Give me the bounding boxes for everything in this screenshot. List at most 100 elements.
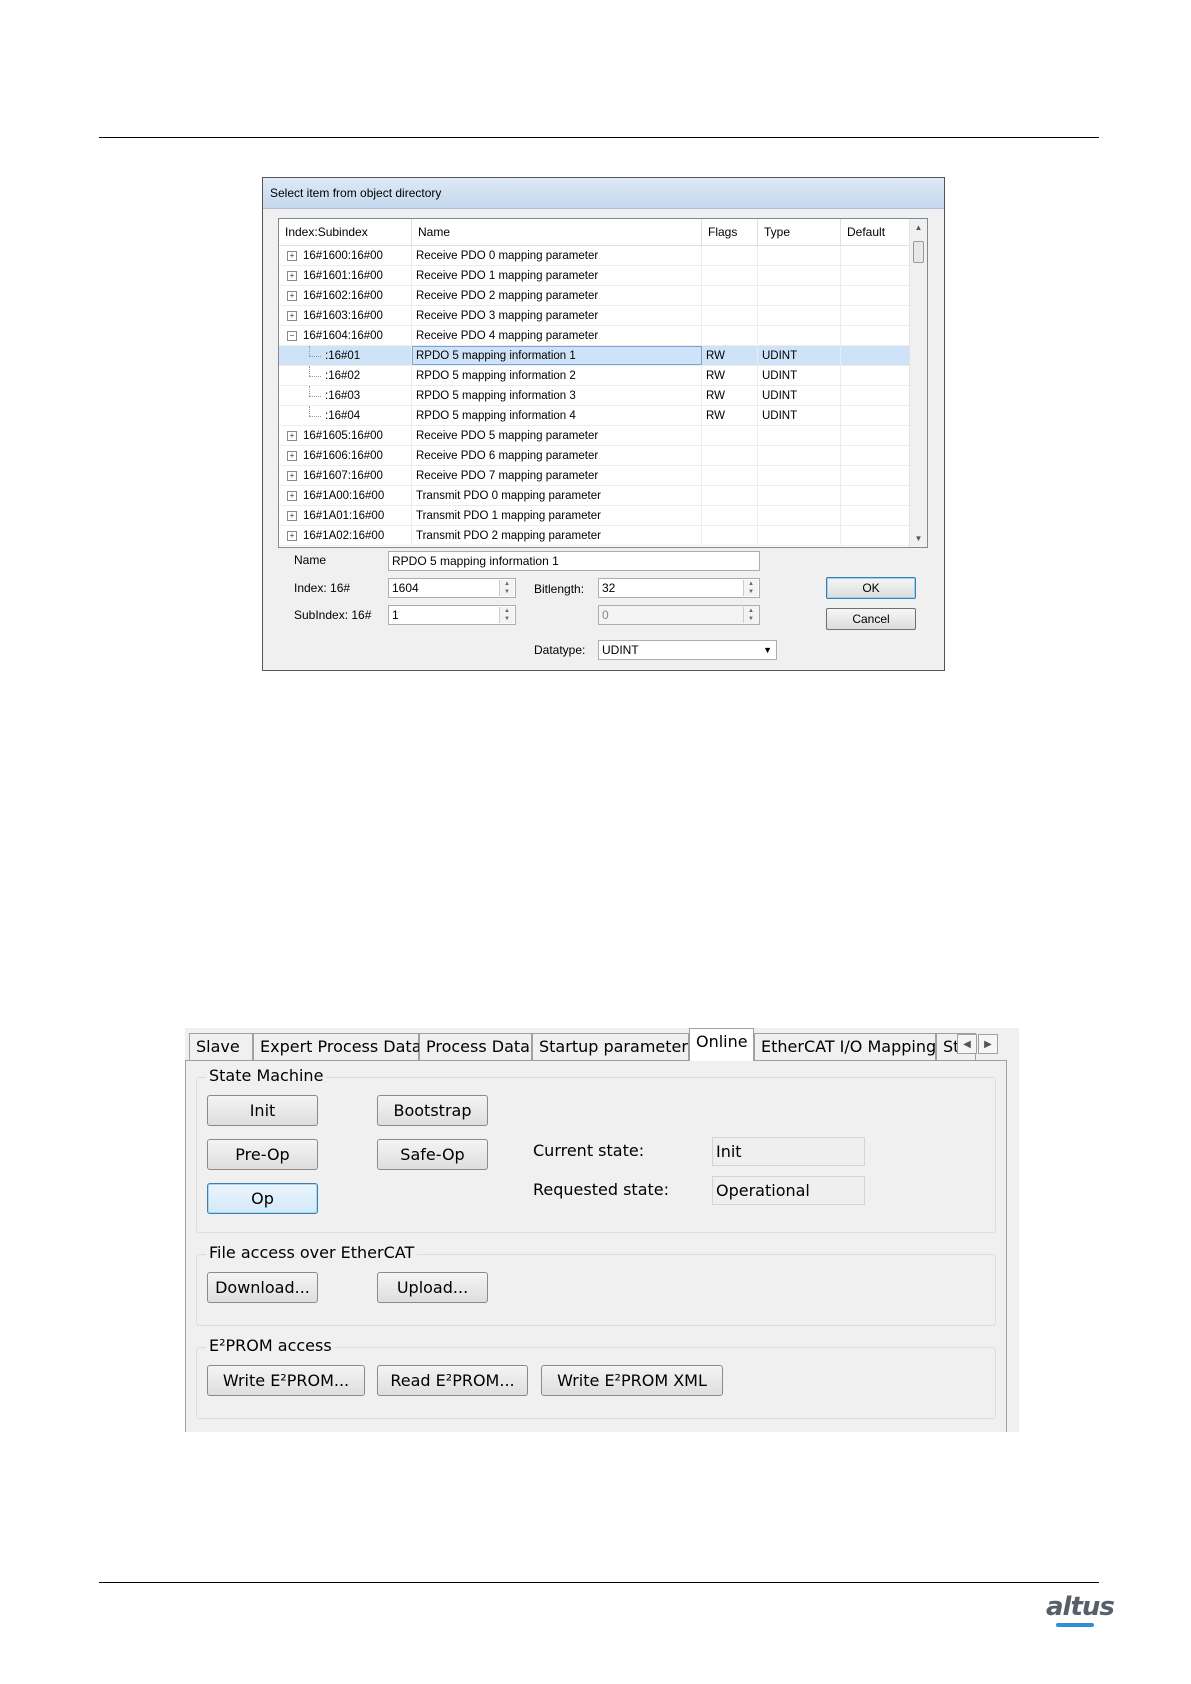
chevron-down-icon[interactable]: ▼ — [763, 641, 772, 659]
datatype-select[interactable]: UDINT ▼ — [598, 640, 777, 660]
type-cell — [758, 306, 841, 325]
index-cell: +16#1A00:16#00 — [279, 486, 412, 505]
grid-rows: +16#1600:16#00 Receive PDO 0 mapping para… — [279, 246, 911, 546]
column-header-name[interactable]: Name — [412, 219, 702, 245]
subindex-spin-icon[interactable]: ▲ ▼ — [499, 607, 514, 623]
table-row[interactable]: +16#1601:16#00 Receive PDO 1 mapping para… — [279, 266, 911, 286]
index-field[interactable]: 1604 ▲ ▼ — [388, 578, 516, 598]
flags-cell: RW — [702, 366, 758, 385]
expand-icon[interactable]: + — [287, 490, 297, 501]
expand-icon[interactable]: + — [287, 270, 297, 281]
index-cell: +16#1A01:16#00 — [279, 506, 412, 525]
disabled-field: 0 ▲ ▼ — [598, 605, 760, 625]
tab-scroll-right-icon[interactable]: ▶ — [978, 1034, 998, 1054]
expand-icon[interactable]: + — [287, 470, 297, 481]
index-text: :16#01 — [325, 350, 361, 362]
name-field[interactable]: RPDO 5 mapping information 1 — [388, 551, 760, 571]
vertical-scrollbar[interactable]: ▲ ▼ — [909, 219, 927, 547]
default-cell — [841, 286, 911, 305]
object-directory-dialog: Select item from object directory Index:… — [262, 177, 945, 671]
tab-process-data[interactable]: Process Data — [419, 1033, 532, 1060]
expand-icon[interactable]: + — [287, 530, 297, 541]
index-text: :16#04 — [325, 410, 361, 422]
table-row[interactable]: +16#1A02:16#00 Transmit PDO 2 mapping par… — [279, 526, 911, 546]
flags-cell: RW — [702, 406, 758, 425]
expand-icon[interactable]: + — [287, 250, 297, 261]
column-header-flags[interactable]: Flags — [702, 219, 758, 245]
default-cell — [841, 506, 911, 525]
name-cell: Transmit PDO 2 mapping parameter — [412, 526, 702, 545]
index-cell: +16#1600:16#00 — [279, 246, 412, 265]
tab-online[interactable]: Online — [689, 1028, 754, 1061]
init-button[interactable]: Init — [207, 1095, 318, 1126]
column-header-default[interactable]: Default — [841, 219, 911, 245]
table-row[interactable]: :16#02 RPDO 5 mapping information 2 RW UDIN… — [279, 366, 911, 386]
current-state-label: Current state: — [533, 1141, 645, 1160]
scroll-down-icon[interactable]: ▼ — [910, 530, 927, 547]
type-cell — [758, 426, 841, 445]
download-button[interactable]: Download... — [207, 1272, 318, 1303]
write-eeprom-xml-button[interactable]: Write E²PROM XML — [541, 1365, 723, 1396]
subindex-field[interactable]: 1 ▲ ▼ — [388, 605, 516, 625]
table-row[interactable]: :16#03 RPDO 5 mapping information 3 RW UDIN… — [279, 386, 911, 406]
tab-slave[interactable]: Slave — [189, 1033, 253, 1060]
read-eeprom-button[interactable]: Read E²PROM... — [377, 1365, 528, 1396]
flags-cell — [702, 506, 758, 525]
tab-startup-parameters[interactable]: Startup parameters — [532, 1033, 696, 1060]
pre-op-button[interactable]: Pre-Op — [207, 1139, 318, 1170]
table-row[interactable]: +16#1600:16#00 Receive PDO 0 mapping para… — [279, 246, 911, 266]
index-cell: :16#01 — [279, 346, 412, 365]
expand-icon[interactable]: + — [287, 310, 297, 321]
tab-strip: Slave Expert Process Data Process Data S… — [185, 1028, 1019, 1061]
column-header-index[interactable]: Index:Subindex — [279, 219, 412, 245]
expand-icon[interactable]: + — [287, 450, 297, 461]
name-cell: Receive PDO 5 mapping parameter — [412, 426, 702, 445]
altus-logo: altus — [1046, 1592, 1115, 1622]
expand-icon[interactable]: + — [287, 510, 297, 521]
table-row[interactable]: +16#1A01:16#00 Transmit PDO 1 mapping par… — [279, 506, 911, 526]
index-text: :16#03 — [325, 390, 361, 402]
expand-icon[interactable]: + — [287, 290, 297, 301]
index-cell: +16#1605:16#00 — [279, 426, 412, 445]
cancel-button[interactable]: Cancel — [826, 608, 916, 630]
table-row[interactable]: +16#1605:16#00 Receive PDO 5 mapping para… — [279, 426, 911, 446]
default-cell — [841, 306, 911, 325]
table-row[interactable]: +16#1607:16#00 Receive PDO 7 mapping para… — [279, 466, 911, 486]
table-row[interactable]: +16#1A00:16#00 Transmit PDO 0 mapping par… — [279, 486, 911, 506]
bootstrap-button[interactable]: Bootstrap — [377, 1095, 488, 1126]
index-spin-icon[interactable]: ▲ ▼ — [499, 580, 514, 596]
scroll-up-icon[interactable]: ▲ — [910, 219, 927, 236]
scroll-thumb[interactable] — [913, 241, 924, 263]
flags-cell: RW — [702, 386, 758, 405]
table-row[interactable]: +16#1606:16#00 Receive PDO 6 mapping para… — [279, 446, 911, 466]
table-row[interactable]: :16#04 RPDO 5 mapping information 4 RW UDIN… — [279, 406, 911, 426]
index-cell: +16#1601:16#00 — [279, 266, 412, 285]
tab-expert-process-data[interactable]: Expert Process Data — [253, 1033, 422, 1060]
column-header-type[interactable]: Type — [758, 219, 841, 245]
table-row[interactable]: +16#1602:16#00 Receive PDO 2 mapping para… — [279, 286, 911, 306]
write-eeprom-button[interactable]: Write E²PROM... — [207, 1365, 365, 1396]
collapse-icon[interactable]: − — [287, 330, 297, 341]
online-tab-panel: Slave Expert Process Data Process Data S… — [185, 1028, 1019, 1432]
table-row[interactable]: +16#1603:16#00 Receive PDO 3 mapping para… — [279, 306, 911, 326]
table-row[interactable]: :16#01 RPDO 5 mapping information 1 RW UDIN… — [279, 346, 911, 366]
op-button[interactable]: Op — [207, 1183, 318, 1214]
tab-scroll-left-icon[interactable]: ◀ — [957, 1034, 977, 1054]
default-cell — [841, 426, 911, 445]
safe-op-button[interactable]: Safe-Op — [377, 1139, 488, 1170]
default-cell — [841, 466, 911, 485]
upload-button[interactable]: Upload... — [377, 1272, 488, 1303]
name-cell: Receive PDO 3 mapping parameter — [412, 306, 702, 325]
expand-icon[interactable]: + — [287, 430, 297, 441]
ok-button[interactable]: OK — [826, 577, 916, 599]
bitlength-spin-icon[interactable]: ▲ ▼ — [743, 580, 758, 596]
table-row[interactable]: −16#1604:16#00 Receive PDO 4 mapping para… — [279, 326, 911, 346]
name-cell: Transmit PDO 0 mapping parameter — [412, 486, 702, 505]
type-cell: UDINT — [758, 386, 841, 405]
tab-ethercat-io-mapping[interactable]: EtherCAT I/O Mapping — [754, 1033, 936, 1060]
bitlength-field[interactable]: 32 ▲ ▼ — [598, 578, 760, 598]
flags-cell — [702, 326, 758, 345]
flags-cell — [702, 426, 758, 445]
state-machine-title: State Machine — [206, 1066, 327, 1085]
type-cell — [758, 486, 841, 505]
